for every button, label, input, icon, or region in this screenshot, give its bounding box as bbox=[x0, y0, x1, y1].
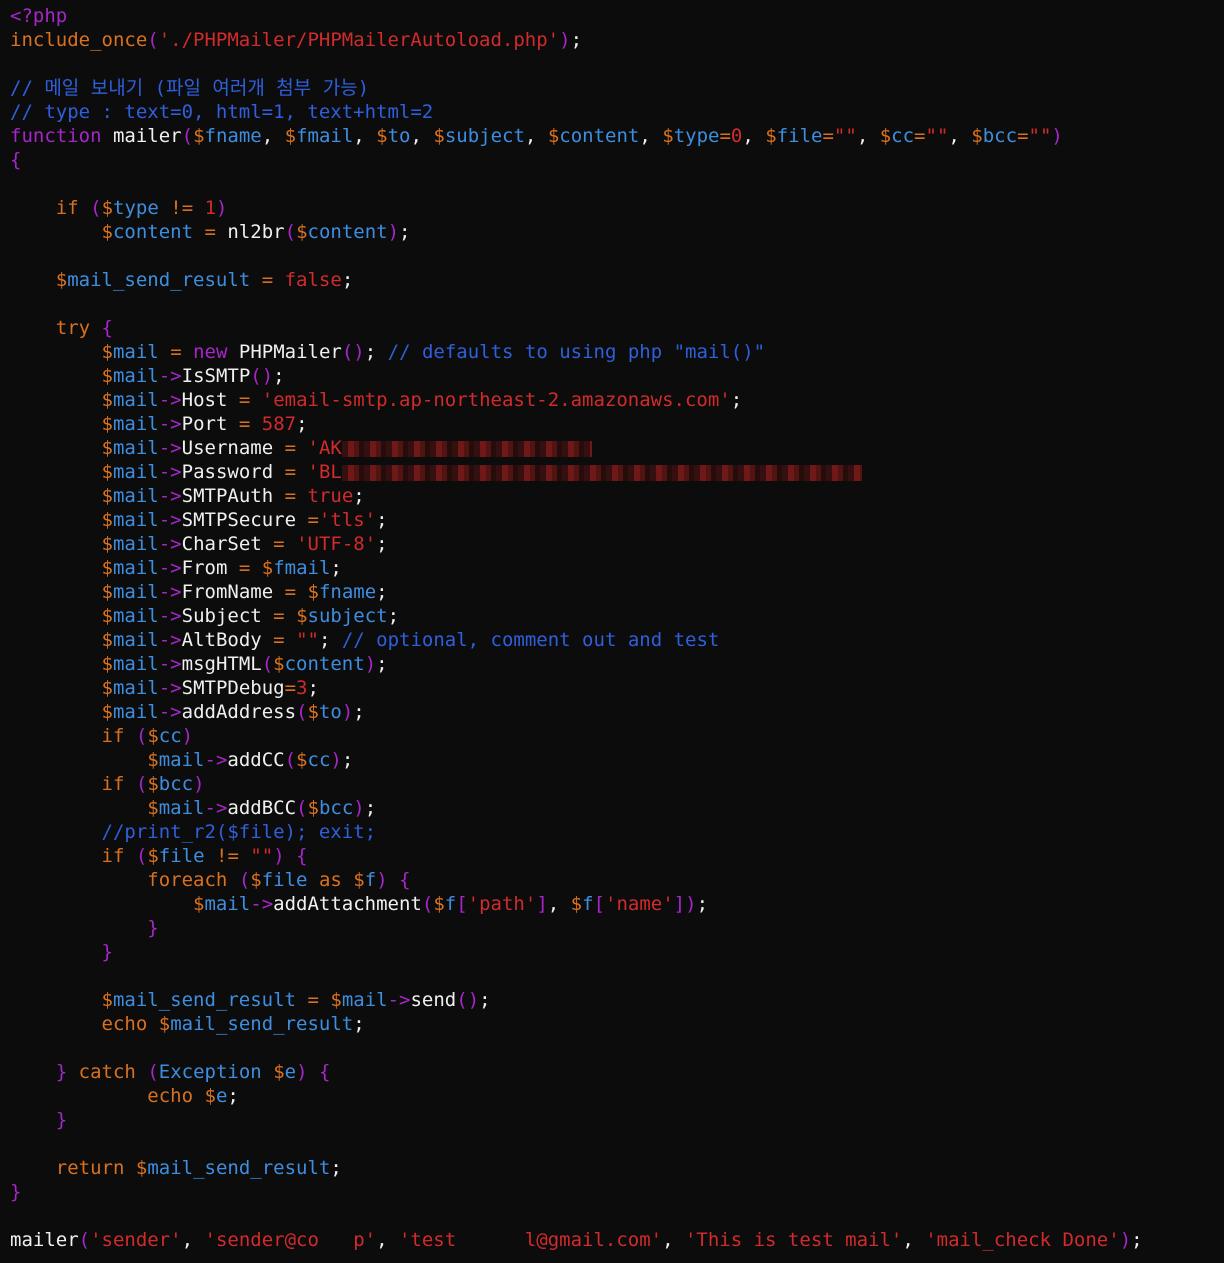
code-line: return $mail_send_result; bbox=[55, 1157, 342, 1179]
code-line: if ($file != "") { bbox=[101, 845, 308, 867]
code-line: try { bbox=[55, 317, 113, 339]
code-line: include_once('./PHPMailer/PHPMailerAutol… bbox=[10, 29, 583, 51]
code-line: echo $mail_send_result; bbox=[101, 1013, 365, 1035]
code-line: } bbox=[10, 1181, 22, 1203]
code-line: if ($bcc) bbox=[101, 773, 205, 795]
redacted-username bbox=[341, 440, 592, 457]
code-line: <?php bbox=[10, 5, 68, 27]
code-line: $mail->addAddress($to); bbox=[101, 701, 365, 723]
code-line: $mail->AltBody = ""; // optional, commen… bbox=[101, 629, 720, 651]
code-line: // type : text=0, html=1, text+html=2 bbox=[10, 101, 434, 123]
code-line: } bbox=[101, 941, 113, 963]
code-line: $mail->msgHTML($content); bbox=[101, 653, 388, 675]
code-line: { bbox=[10, 149, 22, 171]
code-line: $mail->IsSMTP(); bbox=[101, 365, 285, 387]
code-line: $mail->SMTPSecure ='tls'; bbox=[101, 509, 388, 531]
code-line: //print_r2($file); exit; bbox=[101, 821, 377, 843]
code-line: echo $e; bbox=[147, 1085, 239, 1107]
code-line: } catch (Exception $e) { bbox=[55, 1061, 331, 1083]
code-line: $mail->addCC($cc); bbox=[147, 749, 354, 771]
code-line: $mail->Password = 'BL bbox=[10, 460, 1224, 484]
code-line: $mail->addAttachment($f['path'], $f['nam… bbox=[193, 893, 709, 915]
code-line: if ($type != 1) bbox=[55, 197, 228, 219]
code-line: $mail->FromName = $fname; bbox=[101, 581, 388, 603]
code-line: $content = nl2br($content); bbox=[101, 221, 411, 243]
code-line: // 메일 보내기 (파일 여러개 첨부 가능) bbox=[10, 77, 370, 99]
code-line: $mail->Username = 'AK bbox=[10, 436, 1224, 460]
code-editor[interactable]: <?php include_once('./PHPMailer/PHPMailer… bbox=[0, 0, 1224, 1252]
code-line: $mail_send_result = false; bbox=[55, 269, 354, 291]
code-line: mailer('sender', 'sender@co p', 'test l@… bbox=[10, 1229, 1143, 1251]
code-line: $mail = new PHPMailer(); // defaults to … bbox=[101, 341, 766, 363]
code-line: $mail_send_result = $mail->send(); bbox=[101, 989, 491, 1011]
code-line: $mail->addBCC($bcc); bbox=[147, 797, 377, 819]
code-line: $mail->SMTPAuth = true; bbox=[101, 485, 365, 507]
code-line: $mail->Port = 587; bbox=[101, 413, 308, 435]
code-line: function mailer($fname, $fmail, $to, $su… bbox=[10, 125, 1063, 147]
code-line: if ($cc) bbox=[101, 725, 194, 747]
code-line: $mail->Host = 'email-smtp.ap-northeast-2… bbox=[101, 389, 743, 411]
redacted-password bbox=[341, 464, 862, 481]
code-line: } bbox=[147, 917, 159, 939]
code-line: $mail->CharSet = 'UTF-8'; bbox=[101, 533, 388, 555]
code-line: $mail->From = $fmail; bbox=[101, 557, 342, 579]
code-line: $mail->SMTPDebug=3; bbox=[101, 677, 319, 699]
code-line: foreach ($file as $f) { bbox=[147, 869, 411, 891]
code-line: } bbox=[55, 1109, 68, 1131]
code-line: $mail->Subject = $subject; bbox=[101, 605, 400, 627]
